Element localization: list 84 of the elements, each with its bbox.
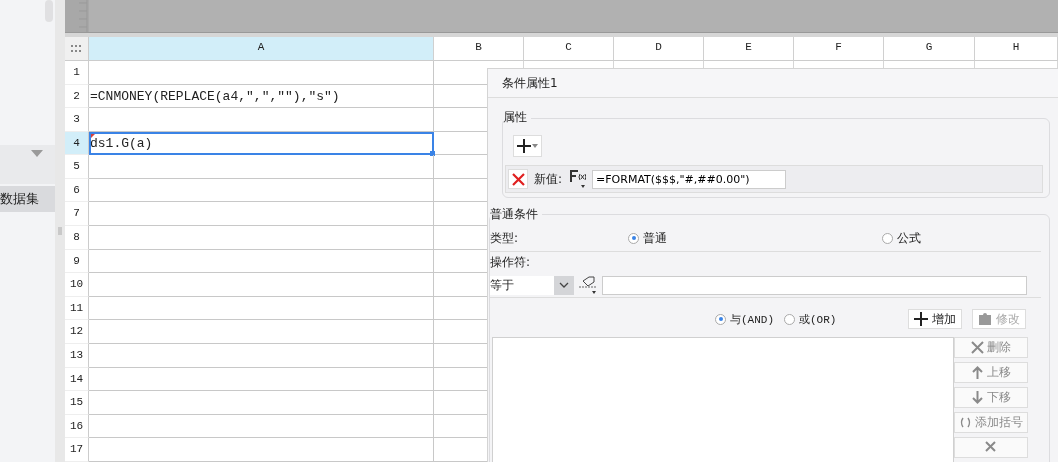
corner-flag-icon [91, 133, 95, 138]
row-header[interactable]: 8 [65, 226, 89, 250]
table-cell[interactable] [89, 414, 434, 439]
row-header[interactable]: 16 [65, 414, 89, 439]
row-header[interactable]: 10 [65, 273, 89, 297]
table-cell[interactable] [89, 273, 434, 297]
radio-button[interactable] [715, 313, 726, 325]
column-header[interactable]: C [524, 37, 614, 61]
table-cell[interactable] [89, 202, 434, 227]
column-header[interactable]: F [794, 37, 884, 61]
table-cell[interactable] [89, 155, 434, 179]
row-header[interactable]: 12 [65, 320, 89, 345]
plus-icon [517, 139, 531, 153]
table-cell[interactable] [89, 60, 434, 85]
operator-dropdown[interactable]: 等于 [490, 275, 574, 295]
formula-icon[interactable] [568, 169, 587, 189]
value-field[interactable] [602, 275, 1027, 295]
radio-button[interactable] [784, 313, 795, 325]
close-icon [511, 172, 525, 186]
fx-glyph-drawing [568, 169, 587, 189]
table-cell[interactable] [89, 391, 434, 415]
radio-option[interactable]: 公式 [882, 229, 921, 247]
close-icon [971, 341, 984, 354]
field-label: 类型: [490, 229, 520, 247]
row-header[interactable]: 13 [65, 344, 89, 368]
fill-handle[interactable] [430, 151, 435, 157]
add-button[interactable]: 增加 [908, 309, 963, 329]
row-header[interactable]: 11 [65, 296, 89, 321]
radio-option[interactable]: 或(OR) [784, 311, 837, 327]
arrow-down-icon [971, 391, 984, 404]
caret-icon [532, 144, 538, 148]
table-cell[interactable]: ds1.G(a) [89, 131, 434, 156]
row-header[interactable]: 4 [65, 131, 89, 156]
field-label: 新值: [534, 170, 563, 188]
remove-button[interactable] [508, 169, 528, 189]
radio-button[interactable] [628, 232, 639, 244]
dropdown-value: 等于 [490, 276, 515, 294]
field-label: 操作符: [490, 251, 1041, 272]
group-title: 普通条件 [490, 206, 542, 223]
table-cell[interactable] [89, 438, 434, 462]
column-header[interactable]: G [884, 37, 975, 61]
row-header[interactable]: 2 [65, 84, 89, 109]
row-header[interactable]: 17 [65, 438, 89, 462]
column-header[interactable]: E [704, 37, 794, 61]
arrow-up-icon [971, 366, 984, 379]
radio-label[interactable]: 或(OR) [799, 311, 837, 327]
row-header[interactable]: 1 [65, 60, 89, 85]
row-header[interactable]: 6 [65, 178, 89, 203]
table-cell[interactable] [89, 320, 434, 345]
row-header[interactable]: 15 [65, 391, 89, 415]
radio-label[interactable]: 普通 [643, 229, 667, 247]
radio-label[interactable]: 公式 [897, 229, 921, 247]
row-header[interactable]: 3 [65, 108, 89, 132]
column-header[interactable]: B [434, 37, 524, 61]
radio-option[interactable]: 与(AND) [715, 311, 774, 327]
table-cell[interactable] [89, 367, 434, 392]
column-header[interactable]: H [975, 37, 1058, 61]
radio-option[interactable]: 普通 [628, 229, 882, 247]
column-header[interactable]: A [89, 37, 434, 61]
table-cell[interactable]: =CNMONEY(REPLACE(a4,",",""),"s") [89, 84, 434, 109]
table-cell[interactable] [89, 108, 434, 132]
table-cell[interactable] [89, 249, 434, 274]
table-cell[interactable] [89, 296, 434, 321]
row-header[interactable]: 5 [65, 155, 89, 179]
caret-icon [31, 150, 43, 157]
chevron-down-icon [559, 282, 569, 288]
column-header[interactable]: D [614, 37, 704, 61]
table-cell[interactable] [89, 344, 434, 368]
radio-label[interactable]: 与(AND) [730, 311, 774, 327]
group-title: 属性 [503, 109, 531, 126]
plus-icon [914, 312, 929, 326]
formula-field[interactable]: =FORMAT($$$,"#,##0.00") [592, 169, 787, 189]
select-all-corner[interactable] [65, 37, 89, 61]
brackets-icon [959, 416, 972, 429]
table-cell[interactable] [89, 226, 434, 250]
sidebar-item[interactable]: 数据集 [0, 186, 55, 212]
row-header[interactable]: 9 [65, 249, 89, 274]
radio-button[interactable] [882, 232, 893, 244]
row-header[interactable]: 14 [65, 367, 89, 392]
row-header[interactable]: 7 [65, 202, 89, 227]
add-button[interactable] [513, 135, 542, 157]
table-cell[interactable] [89, 178, 434, 203]
grid-dots-icon [71, 44, 82, 53]
close-icon [984, 441, 998, 454]
